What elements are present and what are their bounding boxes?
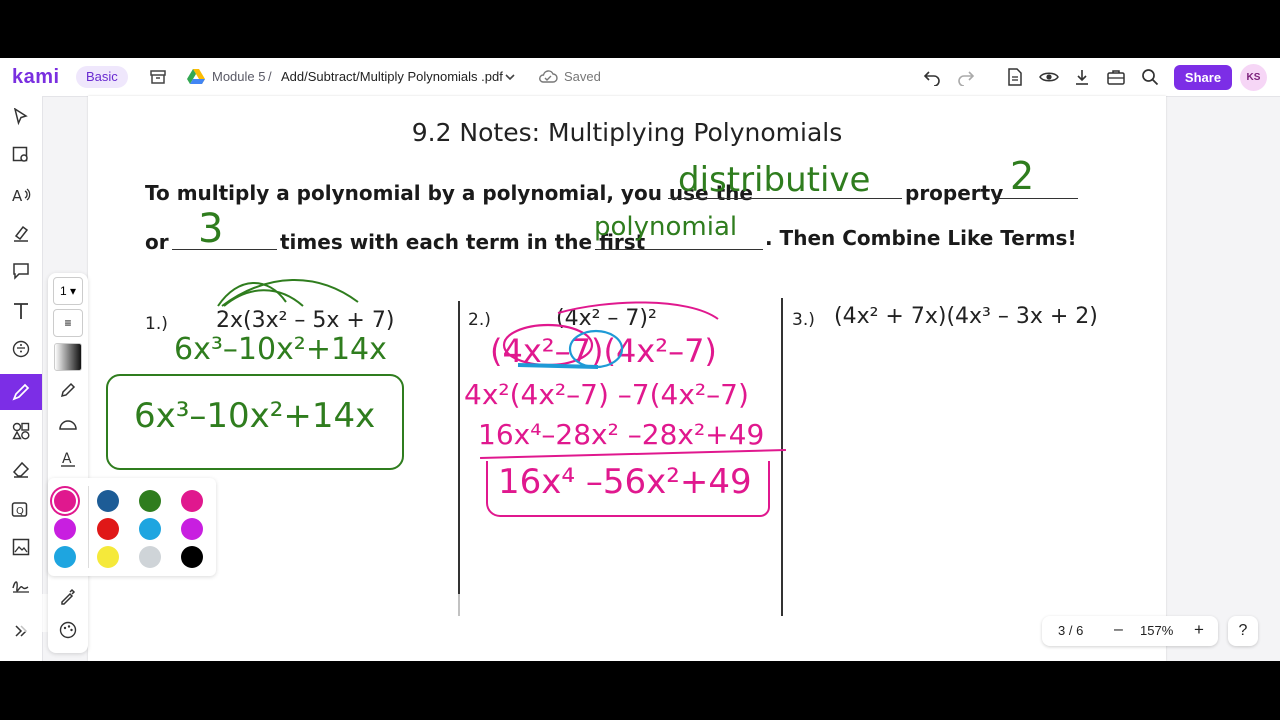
text-style-icon[interactable]: A xyxy=(54,445,82,471)
problem-2-answer: 16x⁴ –56x²+49 xyxy=(498,462,752,502)
handwriting-two: 2 xyxy=(1010,154,1035,198)
blank-2 xyxy=(996,198,1078,199)
eraser-tool-icon[interactable] xyxy=(8,456,34,482)
kami-app: kami Basic Module 5 / Add/Subtract/Multi… xyxy=(0,58,1280,661)
text-tool-icon[interactable] xyxy=(8,298,34,324)
top-bar: kami Basic Module 5 / Add/Subtract/Multi… xyxy=(0,58,1280,97)
document-icon[interactable] xyxy=(1003,65,1027,89)
image-search-tool-icon[interactable] xyxy=(8,142,34,168)
problem-2-products: 16x⁴–28x² –28x²+49 xyxy=(478,418,765,451)
color-swatch[interactable] xyxy=(181,546,203,568)
problem-1-answer: 6x³–10x²+14x xyxy=(134,396,376,436)
problem-1-arrows xyxy=(217,279,359,307)
instruction-line2-or: or xyxy=(145,230,169,254)
column-divider-1 xyxy=(458,301,460,616)
page-indicator[interactable]: 3 / 6 xyxy=(1058,623,1083,638)
color-swatch[interactable] xyxy=(181,490,203,512)
left-toolbar: A Q xyxy=(0,96,43,661)
color-swatch[interactable] xyxy=(97,546,119,568)
pen-size-select[interactable]: 1 ▾ xyxy=(53,277,83,305)
eyedropper-icon[interactable] xyxy=(54,583,82,609)
problem-3-expression: (4x² + 7x)(4x³ – 3x + 2) xyxy=(834,304,1098,329)
search-icon[interactable] xyxy=(1138,65,1162,89)
zoom-out-button[interactable]: – xyxy=(1114,621,1123,639)
problem-1-label: 1.) xyxy=(145,314,168,334)
blank-4 xyxy=(595,249,763,250)
undo-icon[interactable] xyxy=(920,65,944,89)
color-swatch[interactable] xyxy=(139,518,161,540)
highlighter-tool-icon[interactable] xyxy=(8,220,34,246)
pdf-page[interactable]: 9.2 Notes: Multiplying Polynomials To mu… xyxy=(88,96,1166,661)
opacity-icon[interactable] xyxy=(54,343,82,371)
color-palette xyxy=(48,478,216,576)
pen-size-value: 1 xyxy=(59,284,67,298)
comment-tool-icon[interactable] xyxy=(8,258,34,284)
color-swatch[interactable] xyxy=(181,518,203,540)
palette-divider xyxy=(88,486,89,568)
color-swatch[interactable] xyxy=(97,490,119,512)
pen-options-panel: 1 ▾ ≡ A xyxy=(48,273,88,653)
marker-icon[interactable] xyxy=(54,377,82,403)
color-swatch[interactable] xyxy=(54,518,76,540)
plan-badge[interactable]: Basic xyxy=(76,66,128,88)
ai-question-tool-icon[interactable]: Q xyxy=(8,496,34,522)
color-swatch[interactable] xyxy=(139,490,161,512)
pen-tool-icon[interactable] xyxy=(0,374,42,410)
breadcrumb-file[interactable]: Add/Subtract/Multiply Polynomials .pdf xyxy=(281,69,503,84)
handwriting-distributive: distributive xyxy=(678,160,871,200)
problem-1-work: 6x³–10x²+14x xyxy=(174,332,387,367)
select-tool-icon[interactable] xyxy=(8,104,34,130)
equation-tool-icon[interactable] xyxy=(8,336,34,362)
eye-icon[interactable] xyxy=(1037,65,1061,89)
color-swatch[interactable] xyxy=(97,518,119,540)
document-title: 9.2 Notes: Multiplying Polynomials xyxy=(411,118,843,147)
page-zoom-controls: 3 / 6 – 157% + xyxy=(1042,616,1218,646)
archive-icon[interactable] xyxy=(146,65,170,89)
avatar[interactable]: KS xyxy=(1240,64,1267,91)
breadcrumb-folder[interactable]: Module 5 xyxy=(212,69,265,84)
color-swatch[interactable] xyxy=(54,546,76,568)
breadcrumb-separator: / xyxy=(268,69,272,84)
cloud-saved-icon xyxy=(536,65,560,89)
instruction-line2-middle: times with each term in the first xyxy=(280,230,646,254)
color-swatch[interactable] xyxy=(54,490,76,512)
handwriting-three: 3 xyxy=(198,206,224,252)
instruction-line2-end: . Then Combine Like Terms! xyxy=(765,226,1077,250)
svg-text:Q: Q xyxy=(16,506,24,517)
text-to-speech-tool-icon[interactable]: A xyxy=(8,182,34,208)
problem-3-label: 3.) xyxy=(792,310,815,330)
zoom-level[interactable]: 157% xyxy=(1140,623,1173,638)
svg-text:A: A xyxy=(62,451,72,467)
color-palette-icon[interactable] xyxy=(54,617,82,643)
color-swatch[interactable] xyxy=(139,546,161,568)
pen-options-bar xyxy=(20,594,528,632)
svg-text:A: A xyxy=(12,187,23,204)
instruction-line1-start: To multiply a polynomial by a polynomial… xyxy=(145,181,753,205)
redo-icon[interactable] xyxy=(954,65,978,89)
protractor-icon[interactable] xyxy=(54,411,82,437)
zoom-in-button[interactable]: + xyxy=(1194,620,1204,640)
kami-logo: kami xyxy=(12,66,60,88)
problem-2-distribute: 4x²(4x²–7) –7(4x²–7) xyxy=(464,378,749,411)
briefcase-icon[interactable] xyxy=(1104,65,1128,89)
help-button[interactable]: ? xyxy=(1228,616,1258,646)
image-tool-icon[interactable] xyxy=(8,534,34,560)
saved-status: Saved xyxy=(564,69,601,84)
shapes-tool-icon[interactable] xyxy=(8,418,34,444)
handwriting-polynomial: polynomial xyxy=(594,212,738,242)
share-button[interactable]: Share xyxy=(1174,65,1232,90)
problem-2-markup xyxy=(502,301,719,369)
download-icon[interactable] xyxy=(1070,65,1094,89)
blank-3 xyxy=(172,249,277,250)
chevron-down-icon[interactable] xyxy=(498,65,522,89)
instruction-line1-end: property xyxy=(905,181,1004,205)
line-style-icon[interactable]: ≡ xyxy=(53,309,83,337)
google-drive-icon xyxy=(184,65,208,89)
